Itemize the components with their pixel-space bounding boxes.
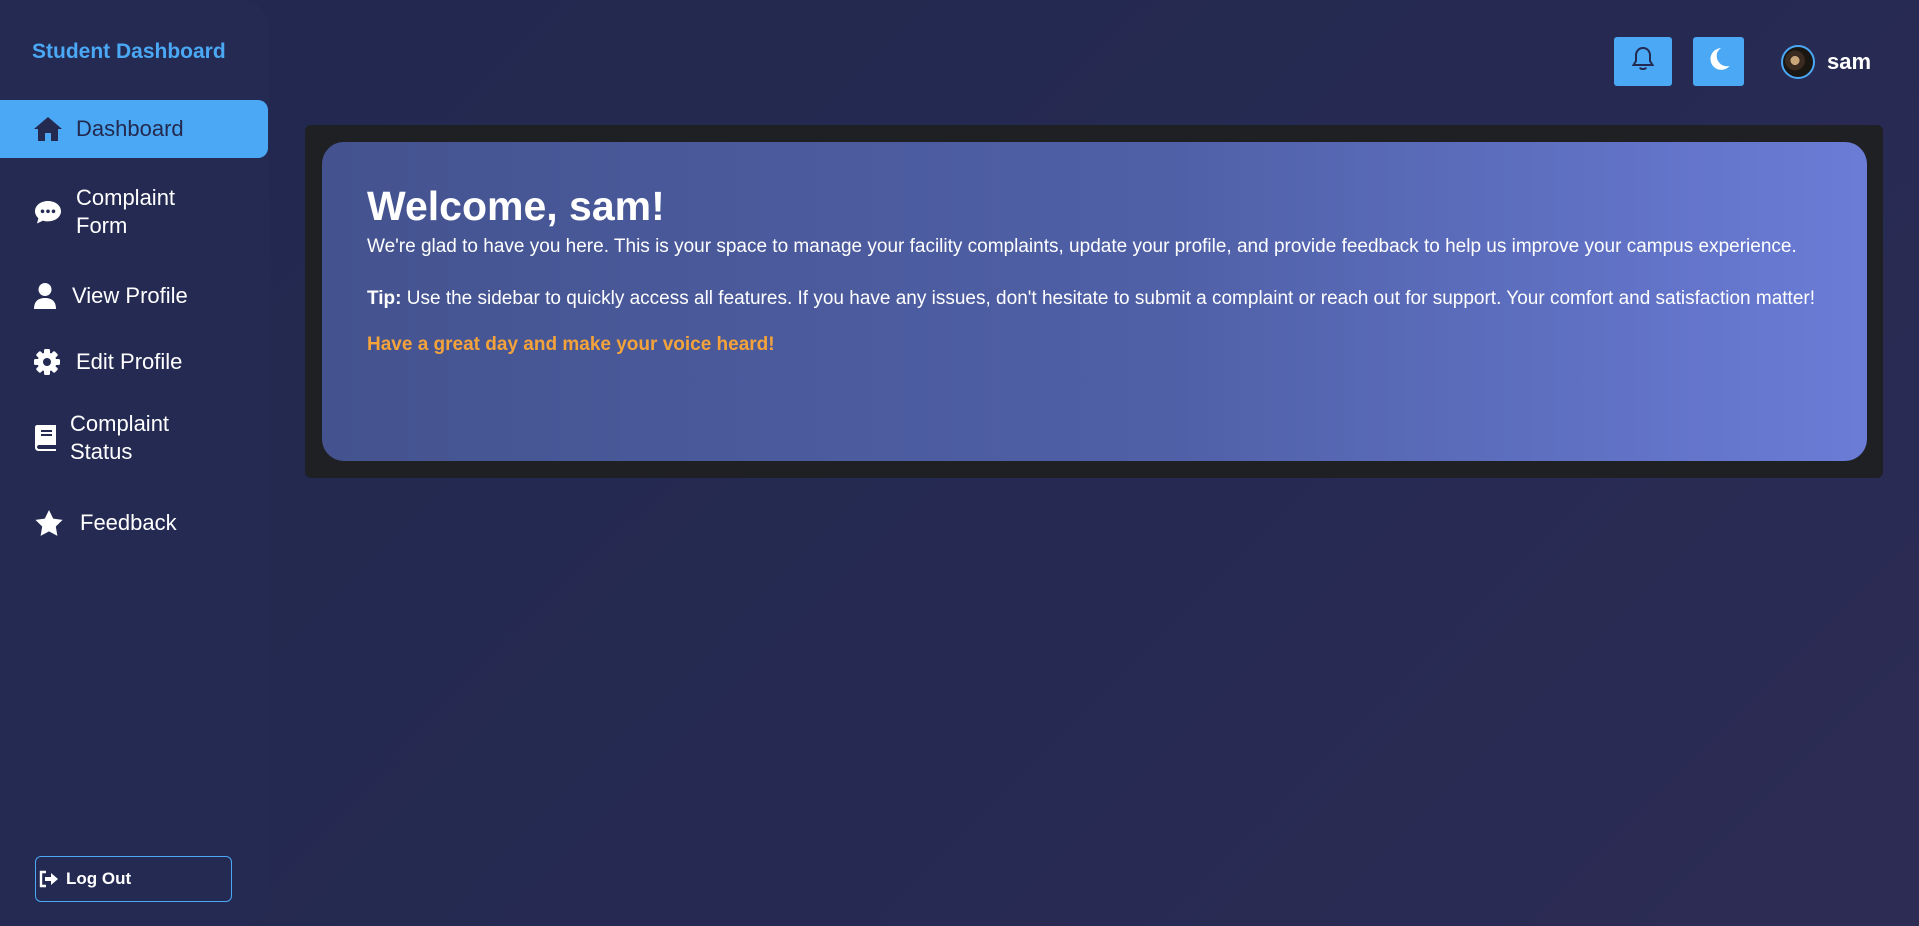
sidebar-item-complaint-form[interactable]: Complaint Form bbox=[0, 184, 268, 240]
logout-label: Log Out bbox=[66, 869, 132, 888]
sidebar-item-view-profile[interactable]: View Profile bbox=[0, 268, 268, 324]
sidebar-item-edit-profile[interactable]: Edit Profile bbox=[0, 334, 268, 390]
welcome-card: Welcome, sam! We're glad to have you her… bbox=[322, 142, 1867, 461]
sidebar-item-label: Complaint Form bbox=[76, 185, 176, 238]
welcome-intro: We're glad to have you here. This is you… bbox=[367, 236, 1797, 257]
tip-label: Tip: bbox=[367, 288, 402, 309]
user-menu[interactable]: sam bbox=[1781, 44, 1871, 80]
gear-icon bbox=[32, 347, 62, 377]
book-icon bbox=[33, 423, 58, 453]
bell-icon bbox=[1631, 46, 1655, 77]
sidebar-item-label: Edit Profile bbox=[76, 349, 183, 374]
notifications-button[interactable] bbox=[1614, 37, 1672, 86]
sidebar: Student Dashboard Dashboard Complaint Fo… bbox=[0, 0, 269, 926]
welcome-title: Welcome, sam! bbox=[367, 183, 665, 229]
sidebar-item-label: View Profile bbox=[72, 283, 188, 308]
tip-text: Use the sidebar to quickly access all fe… bbox=[401, 288, 1816, 309]
sidebar-item-dashboard[interactable]: Dashboard bbox=[0, 100, 268, 158]
sidebar-item-complaint-status[interactable]: Complaint Status bbox=[0, 410, 268, 466]
welcome-closing: Have a great day and make your voice hea… bbox=[367, 334, 775, 355]
sign-out-icon bbox=[39, 869, 59, 889]
home-icon bbox=[33, 114, 63, 144]
avatar bbox=[1781, 45, 1815, 79]
brand-title: Student Dashboard bbox=[32, 40, 226, 63]
user-icon bbox=[30, 281, 60, 311]
sidebar-item-label: Complaint Status bbox=[70, 411, 170, 464]
star-icon bbox=[34, 508, 64, 538]
moon-icon bbox=[1707, 46, 1731, 77]
username: sam bbox=[1827, 49, 1872, 74]
theme-toggle-button[interactable] bbox=[1693, 37, 1744, 86]
sidebar-item-label: Feedback bbox=[80, 510, 177, 535]
chat-bubble-icon bbox=[33, 197, 63, 227]
logout-button[interactable]: Log Out bbox=[35, 856, 232, 902]
sidebar-item-feedback[interactable]: Feedback bbox=[0, 495, 268, 551]
welcome-tip: Tip: Use the sidebar to quickly access a… bbox=[367, 286, 1822, 312]
sidebar-item-label: Dashboard bbox=[76, 116, 184, 141]
